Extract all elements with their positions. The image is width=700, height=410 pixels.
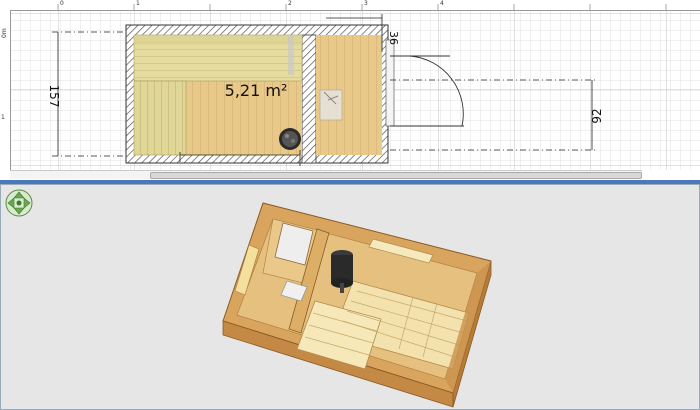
ruler-vertical[interactable]: 0m 1	[0, 10, 11, 170]
dimension-height-label[interactable]: 157	[47, 85, 61, 108]
ruler-horizontal[interactable]: 0 1 2 3 4	[10, 0, 700, 11]
ruler-left-label-1: 1	[1, 114, 5, 121]
lower-bench[interactable]	[133, 80, 187, 156]
plan-view[interactable]: 5,21 m² 157 92 36 0 1 2 3 4 0m 1	[0, 0, 700, 180]
dimension-right-label[interactable]: 92	[590, 108, 604, 123]
ruler-label-0: 0	[60, 0, 64, 7]
ruler-label-4: 4	[440, 0, 444, 7]
3d-view[interactable]	[0, 184, 700, 410]
plan-canvas[interactable]: 5,21 m² 157 92 36	[0, 0, 700, 180]
3d-sauna-stove-icon[interactable]	[331, 250, 353, 293]
ruler-label-1: 1	[136, 0, 140, 7]
door-frame	[385, 39, 395, 127]
sauna-stove-icon[interactable]	[279, 128, 301, 150]
shower-tray[interactable]	[319, 89, 343, 121]
3d-sauna-model[interactable]	[1, 185, 699, 409]
ruler-left-label-0: 0m	[1, 28, 8, 38]
ruler-label-3: 3	[364, 0, 368, 7]
scrollbar-thumb[interactable]	[150, 172, 642, 179]
plan-horizontal-scrollbar[interactable]	[10, 170, 642, 179]
bench-rail	[288, 35, 294, 75]
backrest	[134, 35, 302, 45]
area-label[interactable]: 5,21 m²	[225, 81, 288, 100]
dimension-small-label[interactable]: 36	[387, 31, 400, 45]
ruler-label-2: 2	[288, 0, 292, 7]
